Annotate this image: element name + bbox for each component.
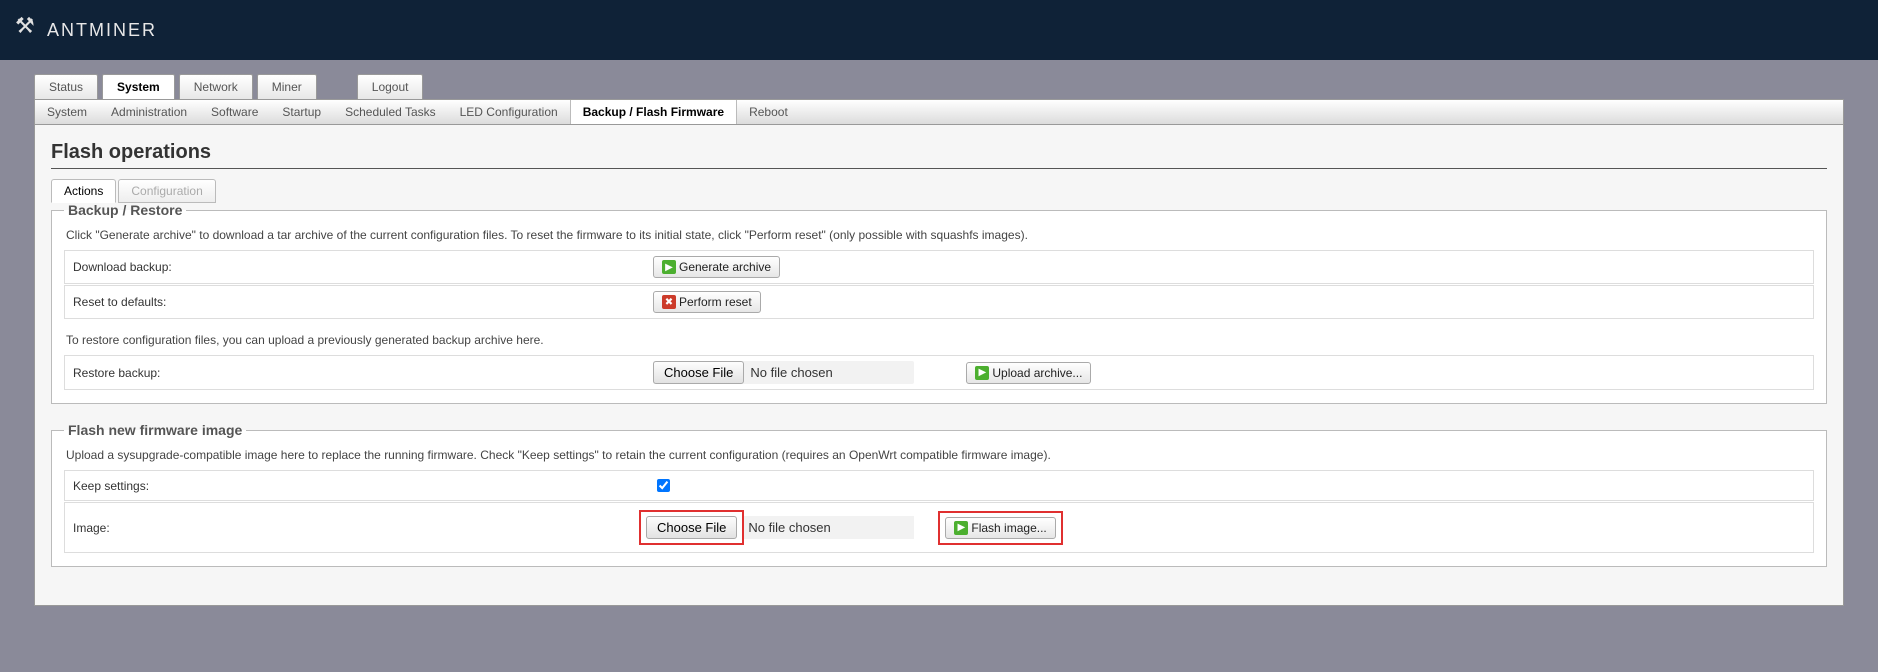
play-icon: ▶ — [662, 260, 676, 274]
subtab-startup[interactable]: Startup — [270, 100, 333, 124]
upload-archive-button[interactable]: ▶ Upload archive... — [966, 362, 1091, 384]
page-title: Flash operations — [51, 141, 1827, 169]
perform-reset-button[interactable]: ✖ Perform reset — [653, 291, 761, 313]
restore-desc: To restore configuration files, you can … — [66, 333, 1814, 347]
subtab-backup-flash[interactable]: Backup / Flash Firmware — [570, 100, 737, 124]
generate-archive-button[interactable]: ▶ Generate archive — [653, 256, 780, 278]
content-area: Flash operations Actions Configuration B… — [34, 125, 1844, 606]
tab-status[interactable]: Status — [34, 74, 98, 99]
restore-backup-row: Restore backup: Choose File No file chos… — [64, 355, 1814, 390]
image-file-status: No file chosen — [744, 516, 914, 539]
tab-logout[interactable]: Logout — [357, 74, 424, 99]
header: ANTMINER — [0, 0, 1878, 60]
download-backup-label: Download backup: — [73, 260, 653, 274]
tab-network[interactable]: Network — [179, 74, 253, 99]
reset-defaults-row: Reset to defaults: ✖ Perform reset — [64, 285, 1814, 319]
backup-legend: Backup / Restore — [64, 202, 186, 218]
backup-restore-group: Backup / Restore Click "Generate archive… — [51, 202, 1827, 404]
image-choose-file-button[interactable]: Choose File — [646, 516, 737, 539]
subtab-scheduled-tasks[interactable]: Scheduled Tasks — [333, 100, 448, 124]
brand-logo: ANTMINER — [15, 13, 157, 47]
flash-button-highlight: ▶ Flash image... — [938, 511, 1062, 545]
keep-settings-label: Keep settings: — [73, 479, 653, 493]
main-tabs: Status System Network Miner Logout — [34, 74, 1878, 99]
generate-archive-label: Generate archive — [679, 260, 771, 274]
upload-archive-label: Upload archive... — [992, 366, 1082, 380]
image-row: Image: Choose File No file chosen ▶ Flas… — [64, 502, 1814, 553]
play-icon: ▶ — [954, 521, 968, 535]
section-tab-actions[interactable]: Actions — [51, 179, 116, 203]
brand-text: ANTMINER — [47, 20, 157, 41]
flash-image-label: Flash image... — [971, 521, 1046, 535]
image-label: Image: — [73, 521, 653, 535]
flash-firmware-group: Flash new firmware image Upload a sysupg… — [51, 422, 1827, 567]
subtab-administration[interactable]: Administration — [99, 100, 199, 124]
subtab-led-configuration[interactable]: LED Configuration — [448, 100, 570, 124]
play-icon: ▶ — [975, 366, 989, 380]
cancel-icon: ✖ — [662, 295, 676, 309]
restore-file-input: Choose File No file chosen — [653, 361, 914, 384]
flash-image-button[interactable]: ▶ Flash image... — [945, 517, 1055, 539]
subtab-software[interactable]: Software — [199, 100, 270, 124]
perform-reset-label: Perform reset — [679, 295, 752, 309]
flash-desc: Upload a sysupgrade-compatible image her… — [66, 448, 1814, 462]
download-backup-row: Download backup: ▶ Generate archive — [64, 250, 1814, 284]
restore-file-status: No file chosen — [744, 365, 914, 380]
subtab-system[interactable]: System — [35, 100, 99, 124]
flash-legend: Flash new firmware image — [64, 422, 246, 438]
section-tabs: Actions Configuration — [51, 179, 1827, 203]
logo-icon — [15, 13, 41, 47]
keep-settings-checkbox[interactable] — [657, 479, 670, 492]
image-file-highlight: Choose File — [639, 510, 744, 545]
tab-system[interactable]: System — [102, 74, 175, 99]
tab-miner[interactable]: Miner — [257, 74, 317, 99]
restore-choose-file-button[interactable]: Choose File — [653, 361, 744, 384]
reset-defaults-label: Reset to defaults: — [73, 295, 653, 309]
restore-backup-label: Restore backup: — [73, 366, 653, 380]
keep-settings-row: Keep settings: — [64, 470, 1814, 501]
subtab-reboot[interactable]: Reboot — [737, 100, 800, 124]
backup-desc: Click "Generate archive" to download a t… — [66, 228, 1814, 242]
sub-tabs: System Administration Software Startup S… — [34, 99, 1844, 125]
section-tab-configuration[interactable]: Configuration — [118, 179, 215, 203]
